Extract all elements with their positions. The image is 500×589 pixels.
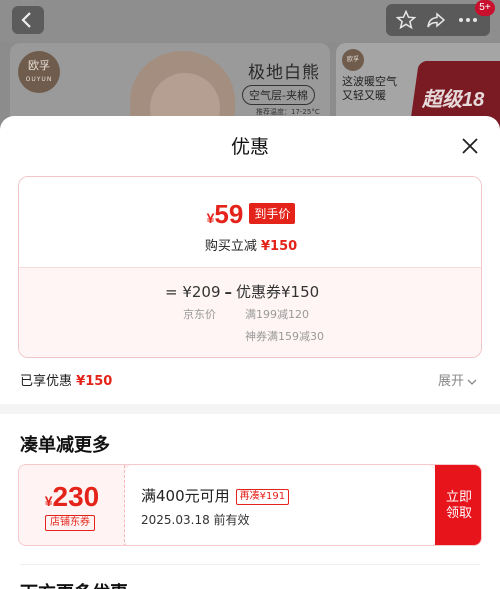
banner-tag: 空气层-夹棉 — [242, 85, 315, 105]
cart-count-badge: 5+ — [475, 0, 495, 16]
section-divider — [0, 404, 500, 414]
enjoyed-discount: 已享优惠 ¥150 — [20, 374, 113, 389]
coupon-amount: ¥230 — [44, 481, 100, 512]
final-price: ¥59 到手价 — [19, 199, 481, 230]
more-icon[interactable] — [458, 10, 478, 30]
banner-title: 极地白熊 — [248, 63, 320, 83]
brand-logo-small: 欧孚 — [342, 49, 364, 71]
add-more-tag[interactable]: 再凑¥191 — [235, 489, 290, 505]
banner2-text: 这波暖空气 又轻又暖 — [342, 75, 397, 102]
coupon-value-area: ¥230 店铺东券 — [19, 465, 125, 545]
back-button[interactable] — [12, 6, 44, 34]
coupon-condition: 满400元可用 再凑¥191 — [141, 485, 290, 506]
promo-ribbon-text: 超级18 — [422, 89, 485, 111]
price-formula: = ¥209– 优惠券¥150 — [165, 283, 320, 301]
chevron-down-icon — [467, 379, 477, 385]
coupon-card: ¥230 店铺东券 满400元可用 再凑¥191 2025.03.18 前有效 立… — [18, 464, 482, 546]
instant-reduction: 购买立减 ¥150 — [204, 239, 298, 254]
coupon-details: 满400元可用 再凑¥191 2025.03.18 前有效 — [125, 465, 435, 545]
price-breakdown: = ¥209– 优惠券¥150 京东价 满199减120 神券满159减30 — [19, 267, 481, 357]
share-icon[interactable] — [426, 10, 446, 30]
price-summary-card: ¥59 到手价 购买立减 ¥150 = ¥209– 优惠券¥150 京东价 满199… — [18, 176, 482, 358]
star-icon[interactable] — [396, 10, 416, 30]
sheet-title: 优惠 — [230, 136, 269, 158]
final-price-tag: 到手价 — [249, 203, 296, 224]
discount-sheet: 优惠 ¥59 到手价 购买立减 ¥150 = ¥209– 优惠券¥150 京东价 满… — [0, 116, 500, 589]
close-icon[interactable] — [458, 134, 482, 158]
claim-coupon-button[interactable]: 立即 领取 — [435, 465, 481, 545]
coupon-rule-2: 神券满159减30 — [245, 330, 324, 343]
section-title: 凑单减更多 — [20, 435, 110, 456]
next-section-title: 下方更多优惠 — [20, 579, 128, 589]
coupon-type-badge: 店铺东券 — [45, 515, 95, 531]
brand-logo: 欧孚 OUYUN — [18, 51, 60, 93]
chevron-left-icon — [21, 12, 31, 28]
expand-button[interactable]: 展开 — [438, 370, 478, 389]
base-price-label: 京东价 — [183, 308, 216, 321]
coupon-rule-1: 满199减120 — [245, 308, 309, 321]
section-separator — [20, 564, 480, 565]
final-price-area: ¥59 到手价 购买立减 ¥150 — [19, 177, 481, 267]
coupon-expiry: 2025.03.18 前有效 — [141, 513, 250, 527]
